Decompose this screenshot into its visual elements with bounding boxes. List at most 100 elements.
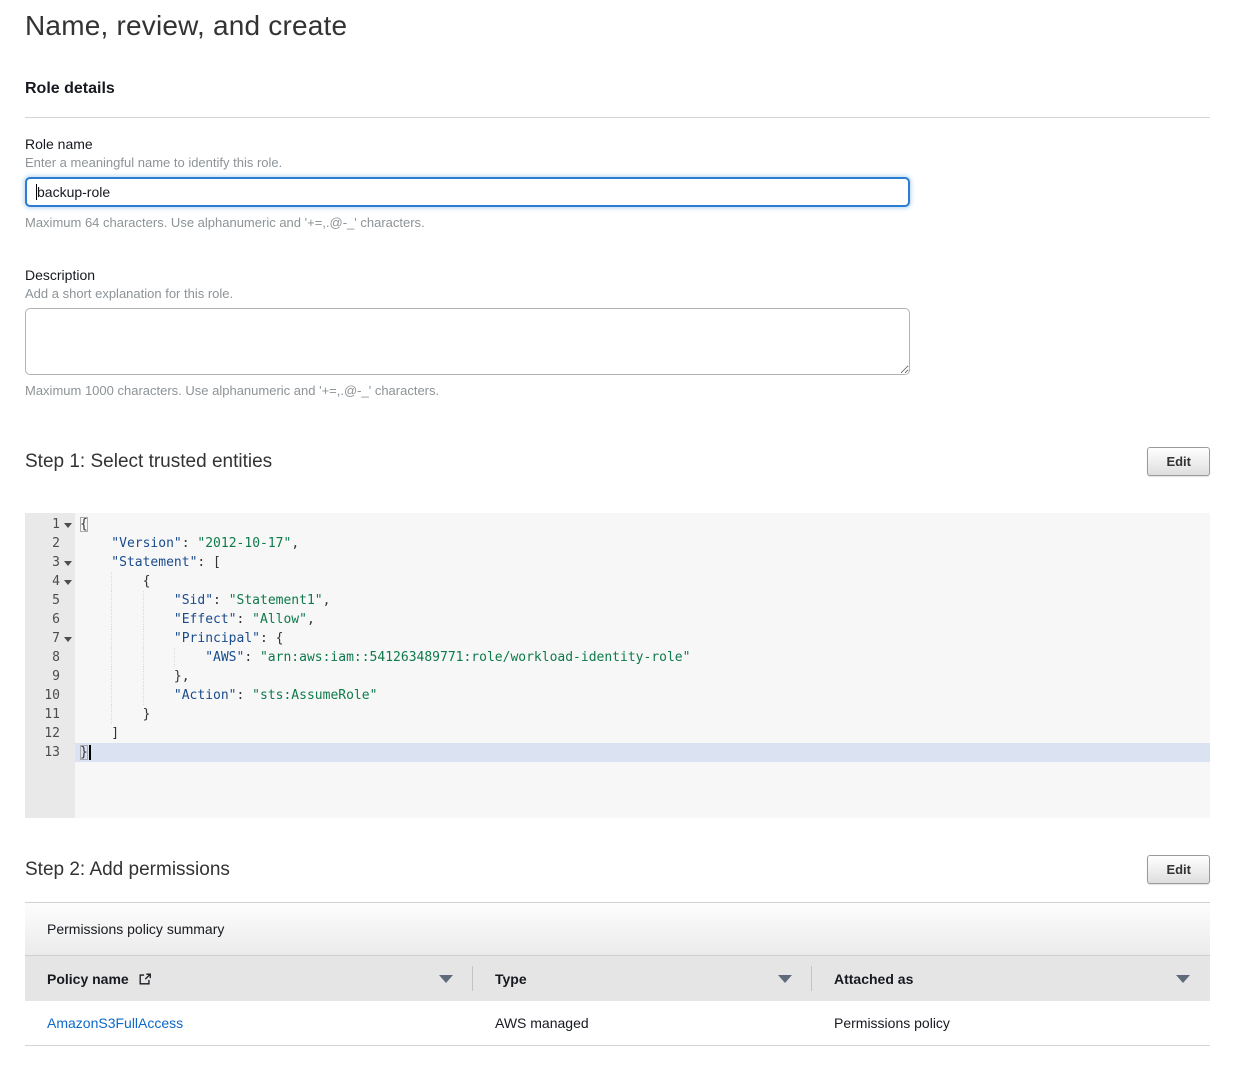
json-punctuation: , bbox=[323, 593, 331, 608]
code-line: "Sid": "Statement1", bbox=[75, 591, 1210, 610]
description-help: Add a short explanation for this role. bbox=[25, 286, 1210, 301]
column-header-type: Type bbox=[473, 956, 812, 1001]
gutter-line-number: 1 bbox=[25, 515, 75, 534]
gutter-line-number: 8 bbox=[25, 648, 75, 667]
step1-edit-button[interactable]: Edit bbox=[1147, 447, 1210, 476]
json-key: "Sid" bbox=[174, 593, 213, 608]
json-punctuation: : bbox=[237, 612, 253, 627]
code-line: "Action": "sts:AssumeRole" bbox=[75, 686, 1210, 705]
section-divider bbox=[25, 117, 1210, 118]
permissions-table-body: AmazonS3FullAccessAWS managedPermissions… bbox=[25, 1001, 1210, 1046]
code-line: }, bbox=[75, 667, 1210, 686]
editor-code-area[interactable]: {"Version": "2012-10-17","Statement": [{… bbox=[75, 513, 1210, 818]
indent-guide bbox=[143, 686, 174, 705]
indent-guide bbox=[111, 648, 142, 667]
editor-gutter: 12345678910111213 bbox=[25, 513, 75, 818]
indent-guide bbox=[143, 667, 174, 686]
json-punctuation: , bbox=[307, 612, 315, 627]
indent-guide bbox=[80, 724, 111, 743]
json-key: "AWS" bbox=[205, 650, 244, 665]
json-punctuation: : bbox=[244, 650, 260, 665]
gutter-line-number: 9 bbox=[25, 667, 75, 686]
attached-as-cell: Permissions policy bbox=[812, 1015, 1210, 1031]
step2-heading: Step 2: Add permissions bbox=[25, 859, 230, 881]
indent-guide bbox=[80, 705, 111, 724]
json-string: "arn:aws:iam::541263489771:role/workload… bbox=[260, 650, 690, 665]
column-filter-caret-icon[interactable] bbox=[778, 975, 792, 983]
code-line: "Statement": [ bbox=[75, 553, 1210, 572]
role-name-label: Role name bbox=[25, 136, 1210, 152]
role-name-group: Role name Enter a meaningful name to ide… bbox=[25, 136, 1210, 230]
indent-guide bbox=[111, 591, 142, 610]
json-string: "2012-10-17" bbox=[197, 536, 291, 551]
json-punctuation: } bbox=[143, 707, 151, 722]
fold-toggle-icon[interactable] bbox=[64, 561, 72, 566]
table-row: AmazonS3FullAccessAWS managedPermissions… bbox=[25, 1001, 1210, 1046]
step1-heading: Step 1: Select trusted entities bbox=[25, 451, 272, 473]
permissions-table-header: Policy nameTypeAttached as bbox=[25, 955, 1210, 1001]
code-line: "Version": "2012-10-17", bbox=[75, 534, 1210, 553]
trust-policy-code-editor[interactable]: 12345678910111213 {"Version": "2012-10-1… bbox=[25, 513, 1210, 818]
json-string: "Allow" bbox=[252, 612, 307, 627]
indent-guide bbox=[80, 534, 111, 553]
json-key: "Version" bbox=[111, 536, 181, 551]
description-textarea[interactable] bbox=[25, 308, 910, 375]
json-string: "sts:AssumeRole" bbox=[252, 688, 377, 703]
json-punctuation: : bbox=[237, 688, 253, 703]
gutter-line-number: 5 bbox=[25, 591, 75, 610]
column-filter-caret-icon[interactable] bbox=[1176, 975, 1190, 983]
gutter-line-number: 11 bbox=[25, 705, 75, 724]
gutter-line-number: 10 bbox=[25, 686, 75, 705]
json-punctuation: : [ bbox=[197, 555, 220, 570]
policy-name-cell: AmazonS3FullAccess bbox=[25, 1015, 473, 1031]
step2-edit-button[interactable]: Edit bbox=[1147, 855, 1210, 884]
json-punctuation: { bbox=[143, 574, 151, 589]
description-group: Description Add a short explanation for … bbox=[25, 267, 1210, 398]
indent-guide bbox=[143, 591, 174, 610]
role-name-constraint: Maximum 64 characters. Use alphanumeric … bbox=[25, 215, 1210, 230]
indent-guide bbox=[143, 629, 174, 648]
gutter-line-number: 4 bbox=[25, 572, 75, 591]
role-name-input-wrap bbox=[25, 177, 910, 207]
json-key: "Statement" bbox=[111, 555, 197, 570]
column-header-label: Type bbox=[495, 971, 527, 987]
fold-toggle-icon[interactable] bbox=[64, 637, 72, 642]
page: Name, review, and create Role details Ro… bbox=[0, 0, 1242, 1066]
indent-guide bbox=[80, 648, 111, 667]
fold-toggle-icon[interactable] bbox=[64, 523, 72, 528]
role-name-help: Enter a meaningful name to identify this… bbox=[25, 155, 1210, 170]
json-key: "Action" bbox=[174, 688, 237, 703]
role-name-input[interactable] bbox=[25, 177, 910, 207]
json-punctuation: { bbox=[80, 517, 88, 532]
fold-toggle-icon[interactable] bbox=[64, 580, 72, 585]
indent-guide bbox=[111, 572, 142, 591]
indent-guide bbox=[80, 591, 111, 610]
gutter-line-number: 2 bbox=[25, 534, 75, 553]
code-line: "Principal": { bbox=[75, 629, 1210, 648]
json-key: "Effect" bbox=[174, 612, 237, 627]
role-details-heading: Role details bbox=[25, 80, 1210, 98]
json-punctuation: } bbox=[80, 745, 88, 760]
gutter-line-number: 6 bbox=[25, 610, 75, 629]
external-link-icon bbox=[138, 972, 152, 986]
indent-guide bbox=[111, 610, 142, 629]
page-title: Name, review, and create bbox=[25, 10, 1210, 42]
description-label: Description bbox=[25, 267, 1210, 283]
json-string: "Statement1" bbox=[229, 593, 323, 608]
indent-guide bbox=[143, 648, 174, 667]
indent-guide bbox=[111, 705, 142, 724]
indent-guide bbox=[80, 667, 111, 686]
json-key: "Principal" bbox=[174, 631, 260, 646]
code-line: } bbox=[75, 705, 1210, 724]
policy-name-link[interactable]: AmazonS3FullAccess bbox=[47, 1015, 183, 1031]
step1-header-row: Step 1: Select trusted entities Edit bbox=[25, 447, 1210, 476]
json-punctuation: ] bbox=[111, 726, 119, 741]
json-punctuation: , bbox=[291, 536, 299, 551]
indent-guide bbox=[80, 629, 111, 648]
editor-cursor bbox=[89, 745, 91, 760]
gutter-line-number: 13 bbox=[25, 743, 75, 762]
column-filter-caret-icon[interactable] bbox=[439, 975, 453, 983]
code-line: "AWS": "arn:aws:iam::541263489771:role/w… bbox=[75, 648, 1210, 667]
permissions-panel-title: Permissions policy summary bbox=[25, 903, 1210, 955]
column-header-label: Attached as bbox=[834, 971, 913, 987]
